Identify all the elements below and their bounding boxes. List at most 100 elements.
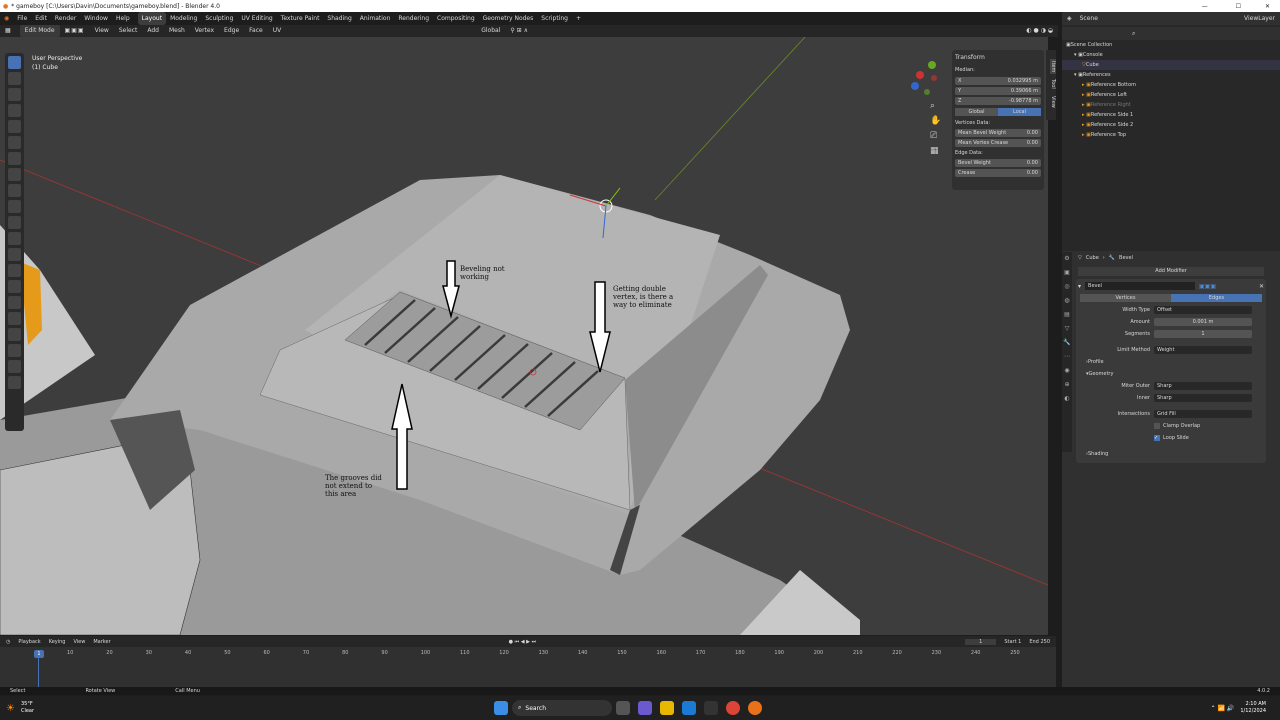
outliner-item-ref-bottom[interactable]: ▸ ▣ Reference Bottom — [1062, 80, 1280, 90]
extrude-tool-icon[interactable] — [8, 200, 21, 213]
inset-tool-icon[interactable] — [8, 216, 21, 229]
vertices-toggle[interactable]: Vertices — [1080, 294, 1171, 302]
menu-face[interactable]: Face — [244, 25, 268, 37]
loop-cut-tool-icon[interactable] — [8, 248, 21, 261]
select-tool-icon[interactable] — [8, 56, 21, 69]
shrink-tool-icon[interactable] — [8, 344, 21, 357]
taskbar-search[interactable]: ⌕ Search — [512, 700, 613, 716]
clamp-overlap-checkbox[interactable]: Clamp Overlap — [1078, 421, 1264, 431]
menu-render[interactable]: Render — [51, 12, 80, 25]
outliner-item-references[interactable]: ▾ ▣ References — [1062, 70, 1280, 80]
property-tab-icons[interactable]: ⚙ ▣ ◎ ◍ ▤ ▽ 🔧 ⋯ ◉ ⊕ ◐ — [1062, 252, 1072, 406]
menu-mesh[interactable]: Mesh — [164, 25, 190, 37]
timeline-editor-icon[interactable]: ◷ — [6, 639, 10, 645]
snap-icons[interactable]: ⚲ ⊞ ∧ — [505, 25, 533, 37]
end-field[interactable]: End 250 — [1029, 639, 1050, 645]
editor-type-icon[interactable]: ▦ — [0, 25, 16, 37]
crease-field[interactable]: Crease 0.00 — [955, 169, 1041, 177]
tab-uv-editing[interactable]: UV Editing — [237, 12, 276, 25]
tab-rendering[interactable]: Rendering — [394, 12, 433, 25]
global-toggle[interactable]: Global — [955, 108, 998, 116]
modifier-name-field[interactable]: Bevel — [1085, 282, 1196, 290]
maximize-icon[interactable]: ☐ — [1222, 3, 1255, 10]
rotate-tool-icon[interactable] — [8, 104, 21, 117]
inner-dropdown[interactable]: Sharp — [1154, 394, 1252, 402]
outliner-item-ref-side2[interactable]: ▸ ▣ Reference Side 2 — [1062, 120, 1280, 130]
view-menu[interactable]: View — [73, 639, 85, 645]
tab-item[interactable]: Item — [1050, 58, 1056, 75]
tab-tool[interactable]: Tool — [1050, 76, 1056, 92]
tab-texture-paint[interactable]: Texture Paint — [277, 12, 324, 25]
menu-view[interactable]: View — [90, 25, 114, 37]
tab-scripting[interactable]: Scripting — [537, 12, 572, 25]
annotate-tool-icon[interactable] — [8, 152, 21, 165]
current-frame-field[interactable]: 1 — [965, 638, 997, 645]
add-cube-tool-icon[interactable] — [8, 184, 21, 197]
poly-build-tool-icon[interactable] — [8, 280, 21, 293]
width-type-dropdown[interactable]: Offset — [1154, 306, 1252, 314]
file-explorer-icon[interactable] — [660, 701, 675, 715]
move-tool-icon[interactable] — [8, 88, 21, 101]
tab-view[interactable]: View — [1050, 93, 1056, 111]
shear-tool-icon[interactable] — [8, 360, 21, 373]
edge-slide-tool-icon[interactable] — [8, 328, 21, 341]
edges-toggle[interactable]: Edges — [1171, 294, 1262, 302]
amount-field[interactable]: 0.001 m — [1154, 318, 1252, 326]
marker-menu[interactable]: Marker — [93, 639, 110, 645]
viewlayer-selector[interactable]: ViewLayer — [1244, 15, 1275, 22]
spin-tool-icon[interactable] — [8, 296, 21, 309]
mean-bevel-weight-field[interactable]: Mean Bevel Weight 0.00 — [955, 129, 1041, 137]
mode-dropdown[interactable]: Edit Mode — [19, 25, 60, 37]
playhead[interactable]: 1 — [34, 650, 44, 658]
transform-tool-icon[interactable] — [8, 136, 21, 149]
menu-file[interactable]: File — [13, 12, 31, 25]
limit-method-dropdown[interactable]: Weight — [1154, 346, 1252, 354]
smooth-tool-icon[interactable] — [8, 312, 21, 325]
intersections-dropdown[interactable]: Grid Fill — [1154, 410, 1252, 418]
keying-menu[interactable]: Keying — [49, 639, 66, 645]
start-icon[interactable] — [494, 701, 509, 715]
tab-animation[interactable]: Animation — [356, 12, 395, 25]
shading-subpanel[interactable]: › Shading — [1078, 449, 1264, 459]
3d-viewport[interactable]: Beveling not working Getting double vert… — [0, 37, 1048, 635]
median-x-field[interactable]: X 0.032995 m — [955, 77, 1041, 85]
timeline-ruler[interactable]: 10 20 30 40 50 60 70 80 90 100 110 120 130 140 150 160 1… — [0, 650, 1056, 660]
loop-slide-checkbox[interactable]: ✓ Loop Slide — [1078, 433, 1264, 443]
outliner-item-ref-top[interactable]: ▸ ▣ Reference Top — [1062, 130, 1280, 140]
tab-geometry-nodes[interactable]: Geometry Nodes — [479, 12, 538, 25]
tab-compositing[interactable]: Compositing — [433, 12, 479, 25]
tab-sculpting[interactable]: Sculpting — [201, 12, 237, 25]
task-view-icon[interactable] — [616, 701, 631, 715]
cursor-tool-icon[interactable] — [8, 72, 21, 85]
menu-uv[interactable]: UV — [268, 25, 287, 37]
blender-menu-icon[interactable]: ◉ — [0, 12, 13, 25]
menu-select[interactable]: Select — [114, 25, 143, 37]
median-z-field[interactable]: Z -0.98778 m — [955, 97, 1041, 105]
teams-icon[interactable] — [638, 701, 653, 715]
menu-edge[interactable]: Edge — [219, 25, 244, 37]
tab-layout[interactable]: Layout — [137, 12, 167, 25]
mean-vertex-crease-field[interactable]: Mean Vertex Crease 0.00 — [955, 139, 1041, 147]
median-y-field[interactable]: Y 0.39066 m — [955, 87, 1041, 95]
add-workspace-icon[interactable]: + — [572, 12, 585, 25]
segments-field[interactable]: 1 — [1154, 330, 1252, 338]
navigation-icons[interactable]: ⌕ ✋ ⎚ ▦ — [930, 99, 941, 159]
add-modifier-button[interactable]: Add Modifier — [1078, 267, 1264, 276]
outliner-item-console[interactable]: ▾ ▣ Console — [1062, 50, 1280, 60]
shading-icons[interactable]: ◐ ● ◑ ◒ — [1021, 25, 1058, 37]
scale-tool-icon[interactable] — [8, 120, 21, 133]
menu-edit[interactable]: Edit — [31, 12, 51, 25]
outliner-item-ref-side1[interactable]: ▸ ▣ Reference Side 1 — [1062, 110, 1280, 120]
select-mode-icons[interactable]: ▣▣▣ — [60, 25, 90, 37]
outliner-item-ref-right[interactable]: ▸ ▣ Reference Right — [1062, 100, 1280, 110]
local-toggle[interactable]: Local — [998, 108, 1041, 116]
weather-icon[interactable]: ☀ — [0, 703, 21, 714]
collapse-icon[interactable]: ▾ — [1078, 283, 1081, 290]
rip-tool-icon[interactable] — [8, 376, 21, 389]
outliner-item-ref-left[interactable]: ▸ ▣ Reference Left — [1062, 90, 1280, 100]
menu-add[interactable]: Add — [142, 25, 164, 37]
modifier-close-icon[interactable]: ✕ — [1259, 283, 1264, 290]
menu-help[interactable]: Help — [112, 12, 134, 25]
geometry-subpanel[interactable]: ▾ Geometry — [1078, 369, 1264, 379]
miter-outer-dropdown[interactable]: Sharp — [1154, 382, 1252, 390]
